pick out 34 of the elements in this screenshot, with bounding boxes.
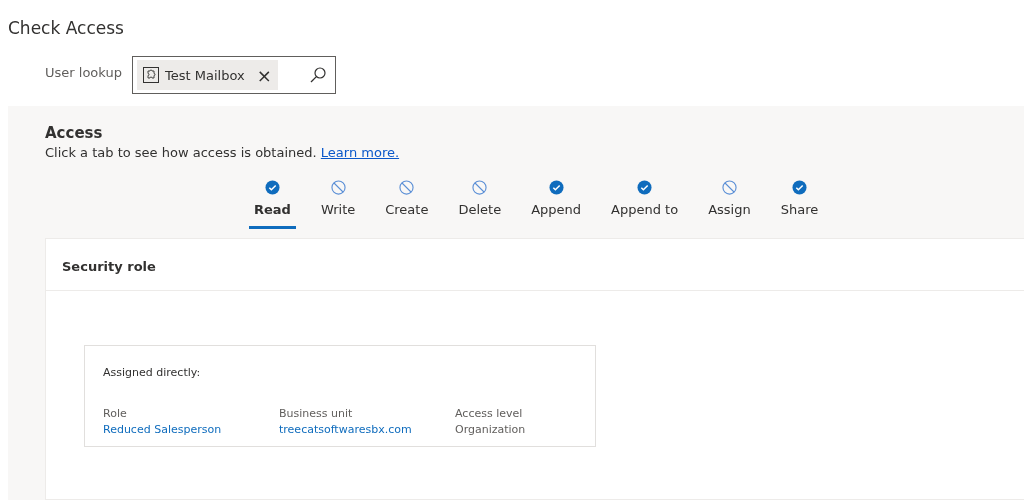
access-tab[interactable]: Write — [315, 180, 361, 229]
check-icon — [791, 180, 807, 195]
clear-button[interactable]: × — [250, 64, 272, 86]
access-tab[interactable]: Append to — [606, 180, 684, 229]
column-label: Business unit — [279, 407, 354, 420]
value-link[interactable]: treecatsoftwaresbx.com — [279, 423, 455, 436]
blocked-icon — [330, 180, 346, 195]
blocked-icon — [721, 180, 737, 195]
panel-title: Security role — [46, 239, 1024, 291]
user-name: Test Mailbox — [165, 67, 245, 83]
access-tab[interactable]: Create — [380, 180, 434, 229]
check-icon — [637, 180, 653, 195]
user-lookup-field[interactable]: Test Mailbox × — [132, 56, 336, 94]
blocked-icon — [472, 180, 488, 195]
assignment-heading: Assigned directly: — [103, 366, 202, 379]
check-icon — [264, 180, 280, 195]
access-tab[interactable]: Delete — [453, 180, 507, 229]
search-icon — [309, 66, 327, 84]
field-label: User lookup — [45, 64, 122, 80]
access-tab[interactable]: Share — [775, 180, 824, 229]
access-tab[interactable]: Append — [526, 180, 587, 229]
puzzle-icon — [143, 67, 159, 83]
check-icon — [548, 180, 564, 195]
column-label: Access level — [455, 407, 524, 420]
page-title: Check Access — [7, 17, 125, 40]
access-tab[interactable]: Assign — [703, 180, 756, 229]
value-link[interactable]: Reduced Salesperson — [103, 423, 279, 436]
access-description: Click a tab to see how access is obtained. Learn more. — [45, 145, 401, 160]
learn-more-link[interactable]: Learn more. — [320, 145, 400, 160]
section-heading: Access — [45, 124, 104, 142]
blocked-icon — [399, 180, 415, 195]
access-tab[interactable]: Read — [249, 180, 296, 229]
value-text: Organization — [455, 423, 527, 436]
column-label: Role — [103, 407, 128, 420]
